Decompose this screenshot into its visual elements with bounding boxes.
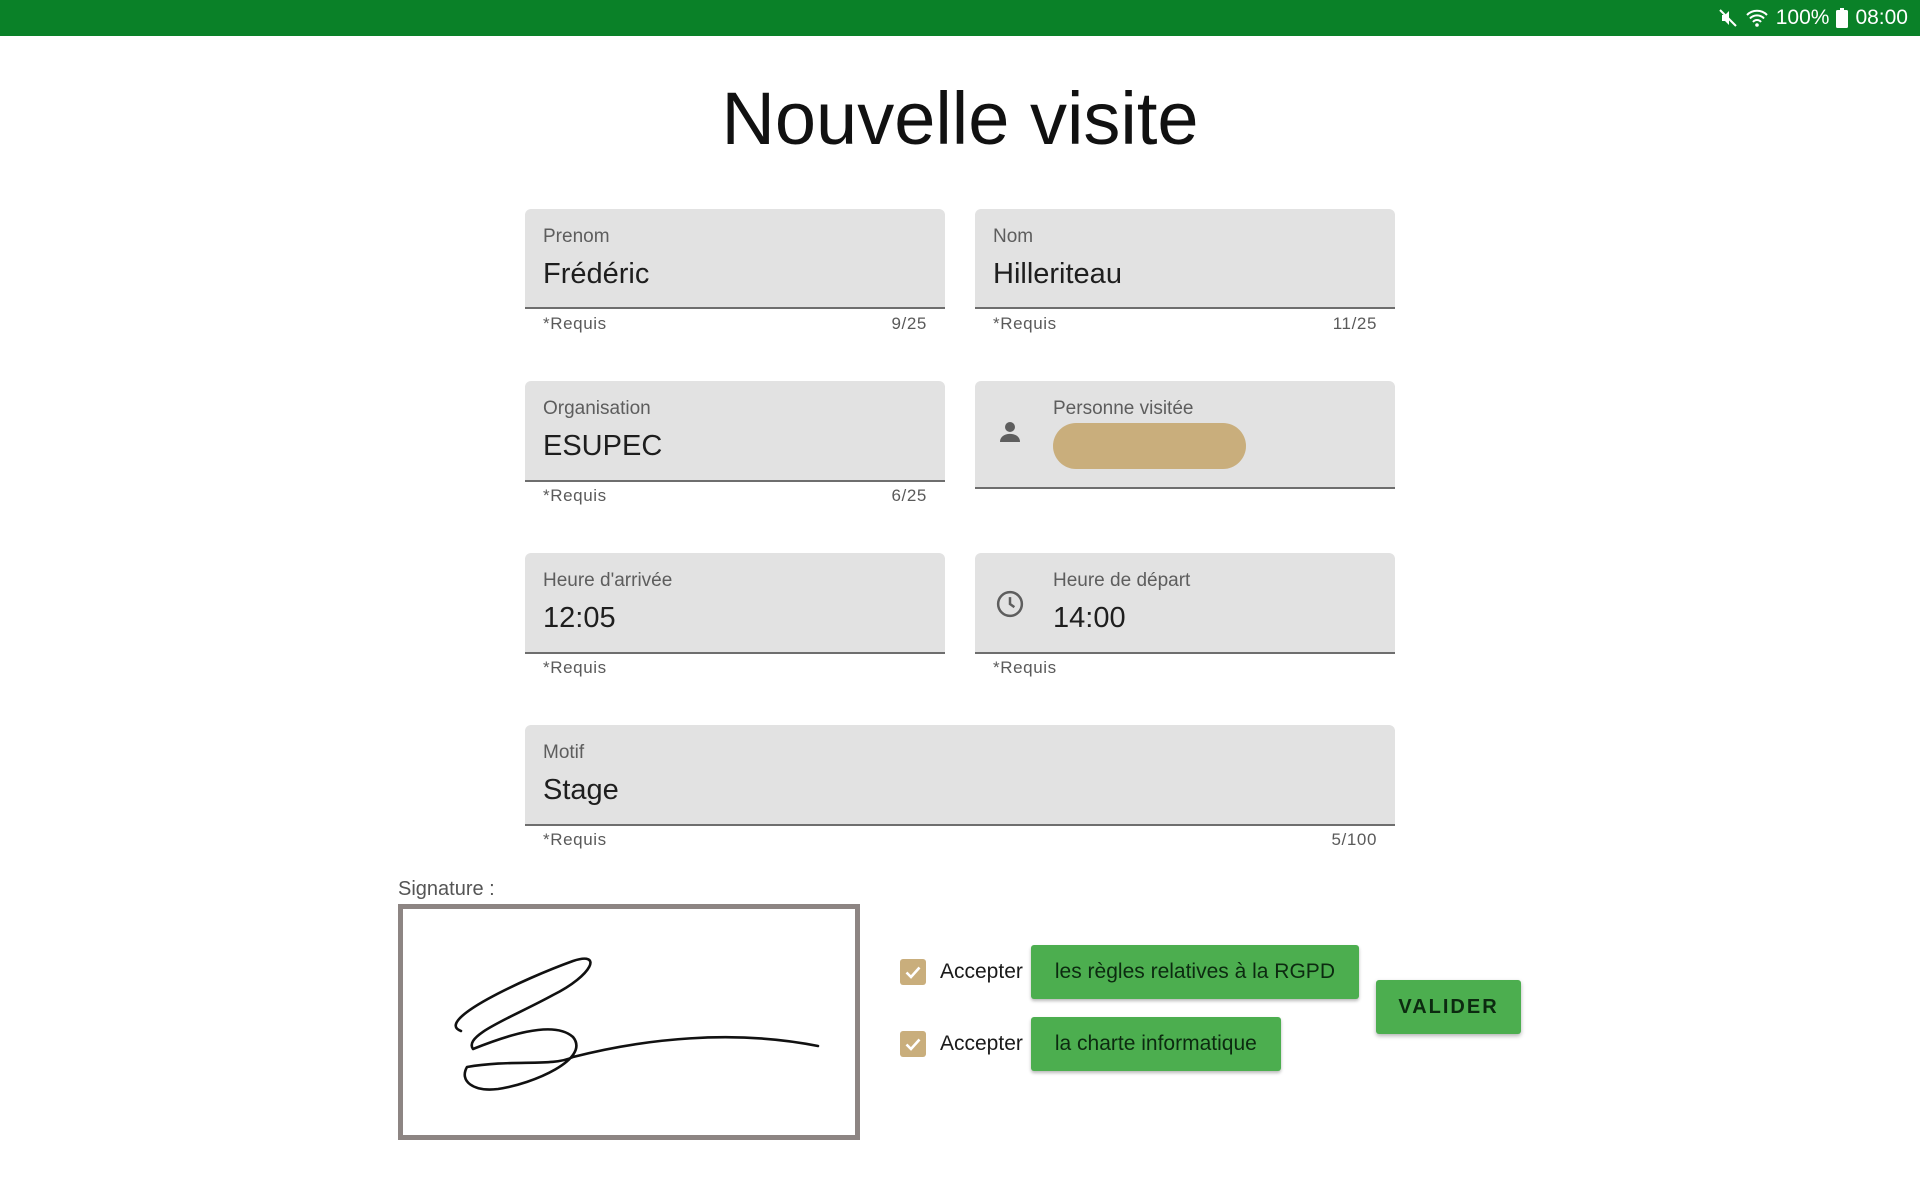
page-title: Nouvelle visite [721, 77, 1199, 160]
motif-field[interactable]: Motif Stage [525, 725, 1395, 826]
motif-counter: 5/100 [1331, 830, 1377, 849]
personne-visitee-field[interactable]: Personne visitée [975, 381, 1395, 489]
organisation-value: ESUPEC [543, 430, 663, 462]
heure-arrivee-field[interactable]: Heure d'arrivée 12:05 [525, 553, 945, 654]
heure-arrivee-helper: *Requis [543, 658, 607, 677]
mute-icon [1718, 8, 1738, 28]
charte-accept-label: Accepter [940, 1032, 1023, 1055]
prenom-counter: 9/25 [891, 314, 927, 333]
accept-charte-row: Accepter la charte informatique [900, 1016, 1281, 1072]
motif-helper: *Requis [543, 830, 607, 849]
signature-label: Signature : [398, 878, 495, 900]
prenom-field[interactable]: Prenom Frédéric [525, 209, 945, 309]
clock-icon[interactable] [995, 589, 1025, 619]
person-icon [995, 417, 1025, 447]
heure-depart-helper: *Requis [993, 658, 1057, 677]
nom-helper: *Requis [993, 314, 1057, 333]
nom-label: Nom [993, 226, 1034, 247]
new-visit-screen: 100% 08:00 Nouvelle visite Prenom Frédér… [0, 0, 1920, 1200]
battery-percent: 100% [1775, 6, 1830, 29]
nom-counter: 11/25 [1332, 314, 1377, 333]
rgpd-rules-button[interactable]: les règles relatives à la RGPD [1030, 945, 1359, 999]
nom-value: Hilleriteau [993, 258, 1122, 290]
clock-time: 08:00 [1855, 6, 1908, 29]
rgpd-checkbox[interactable] [900, 959, 926, 985]
organisation-helper: *Requis [543, 486, 607, 505]
prenom-helper: *Requis [543, 314, 607, 333]
wifi-icon [1745, 8, 1769, 28]
accept-rgpd-row: Accepter les règles relatives à la RGPD [900, 944, 1359, 1000]
organisation-label: Organisation [543, 398, 651, 419]
prenom-value: Frédéric [543, 258, 650, 290]
battery-icon [1836, 8, 1849, 28]
heure-depart-value: 14:00 [1053, 602, 1126, 634]
heure-arrivee-value: 12:05 [543, 602, 616, 634]
charte-checkbox[interactable] [900, 1031, 926, 1057]
motif-value: Stage [543, 774, 619, 806]
motif-label: Motif [543, 742, 585, 763]
valider-button[interactable]: VALIDER [1376, 980, 1521, 1034]
organisation-field[interactable]: Organisation ESUPEC [525, 381, 945, 482]
nom-field[interactable]: Nom Hilleriteau [975, 209, 1395, 309]
signature-pad[interactable] [398, 904, 860, 1140]
personne-visitee-label: Personne visitée [1053, 398, 1194, 419]
visited-person-chip[interactable] [1053, 423, 1246, 469]
organisation-counter: 6/25 [891, 486, 927, 505]
heure-depart-label: Heure de départ [1053, 570, 1191, 591]
rgpd-accept-label: Accepter [940, 960, 1023, 983]
heure-arrivee-label: Heure d'arrivée [543, 570, 673, 591]
signature-stroke [454, 957, 820, 1091]
heure-depart-field[interactable]: Heure de départ 14:00 [975, 553, 1395, 654]
check-icon [905, 966, 921, 979]
check-icon [905, 1038, 921, 1051]
status-bar: 100% 08:00 [0, 0, 1920, 36]
charte-informatique-button[interactable]: la charte informatique [1030, 1017, 1281, 1071]
prenom-label: Prenom [543, 226, 610, 247]
